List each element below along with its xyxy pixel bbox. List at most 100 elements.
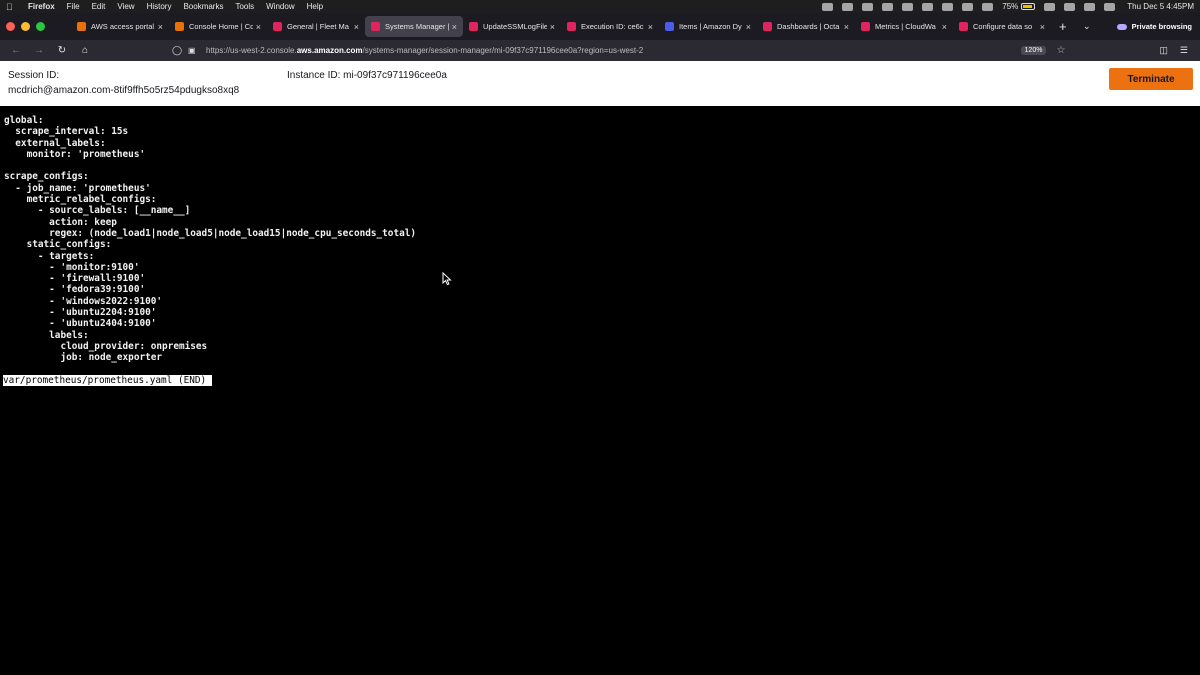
minimize-window-button[interactable] xyxy=(21,22,30,31)
tab-favicon-icon xyxy=(469,22,478,31)
pager-status-line: var/prometheus/prometheus.yaml (END) xyxy=(3,375,213,386)
browser-tab[interactable]: AWS access portal × xyxy=(71,16,169,37)
terminal-line: - source_labels: [__name__] xyxy=(4,205,191,217)
bluetooth-icon[interactable] xyxy=(982,2,994,11)
search-icon[interactable] xyxy=(1084,2,1096,11)
tab-favicon-icon xyxy=(763,22,772,31)
menu-tools[interactable]: Tools xyxy=(235,2,254,11)
terminal-line: - 'ubuntu2404:9100' xyxy=(4,318,157,330)
menu-view[interactable]: View xyxy=(117,2,134,11)
close-icon[interactable]: × xyxy=(1040,22,1045,32)
close-icon[interactable]: × xyxy=(158,22,163,32)
moon-icon[interactable] xyxy=(942,2,954,11)
instance-id: Instance ID: mi-09f37c971196cee0a xyxy=(287,70,447,81)
lock-icon[interactable]: ▣ xyxy=(188,46,198,55)
status-app-icon[interactable] xyxy=(962,2,974,11)
browser-tab-strip: AWS access portal × Console Home | Co × Gene… xyxy=(0,13,1200,40)
zoom-window-button[interactable] xyxy=(36,22,45,31)
menubar-clock[interactable]: Thu Dec 5 4:45PM xyxy=(1127,2,1194,11)
menu-history[interactable]: History xyxy=(147,2,172,11)
menu-window[interactable]: Window xyxy=(266,2,294,11)
terminal-line: cloud_provider: onpremises xyxy=(4,340,208,352)
forward-arrow-icon[interactable]: → xyxy=(31,45,47,56)
control-center-icon[interactable] xyxy=(1104,2,1116,11)
wifi-icon[interactable] xyxy=(1044,2,1056,11)
tab-title: General | Fleet Ma xyxy=(287,22,349,31)
menu-bookmarks[interactable]: Bookmarks xyxy=(183,2,223,11)
terminal-line: static_configs: xyxy=(4,239,112,251)
navigation-bar: ← → ↻ ⌂ ◯ ▣ https://us-west-2.console.aw… xyxy=(0,40,1200,61)
star-icon[interactable]: ☆ xyxy=(1056,45,1065,56)
url-domain: aws.amazon.com xyxy=(296,46,363,55)
terminal-line: job: node_exporter xyxy=(4,352,163,364)
menu-edit[interactable]: Edit xyxy=(92,2,106,11)
shield-icon[interactable]: ◯ xyxy=(172,45,182,56)
private-browsing-indicator: Private browsing xyxy=(1116,22,1192,31)
terminal-line: - 'ubuntu2204:9100' xyxy=(4,307,157,319)
browser-tab[interactable]: Console Home | Co × xyxy=(169,16,267,37)
new-tab-button[interactable]: + xyxy=(1059,19,1073,34)
browser-tab[interactable]: Configure data so × xyxy=(953,16,1051,37)
status-app-icon[interactable] xyxy=(822,2,834,11)
terminal-line: regex: (node_load1|node_load5|node_load1… xyxy=(4,227,417,239)
menu-app-name[interactable]: Firefox xyxy=(28,2,55,11)
back-arrow-icon[interactable]: ← xyxy=(8,45,24,56)
tab-title: Items | Amazon Dy xyxy=(679,22,742,31)
session-id-label: Session ID: xyxy=(8,70,60,81)
close-icon[interactable]: × xyxy=(746,22,751,32)
status-app-icon[interactable] xyxy=(882,2,894,11)
browser-tab[interactable]: General | Fleet Ma × xyxy=(267,16,365,37)
cloud-icon[interactable] xyxy=(902,2,914,11)
close-window-button[interactable] xyxy=(6,22,15,31)
status-app-icon[interactable] xyxy=(922,2,934,11)
browser-tab[interactable]: UpdateSSMLogFile × xyxy=(463,16,561,37)
terminal-output: global: scrape_interval: 15s external_la… xyxy=(4,115,416,364)
tab-title: Metrics | CloudWa xyxy=(875,22,936,31)
close-icon[interactable]: × xyxy=(844,22,849,32)
tab-title: Configure data so xyxy=(973,22,1033,31)
terminal-line: - 'windows2022:9100' xyxy=(4,295,163,307)
terminal-line: action: keep xyxy=(4,216,117,228)
close-icon[interactable]: × xyxy=(256,22,261,32)
browser-tab[interactable]: Dashboards | Octa × xyxy=(757,16,855,37)
browser-tab[interactable]: Items | Amazon Dy × xyxy=(659,16,757,37)
menu-icon[interactable]: ☰ xyxy=(1180,45,1188,56)
close-icon[interactable]: × xyxy=(942,22,947,32)
tab-favicon-icon xyxy=(273,22,282,31)
url-text[interactable]: https://us-west-2.console.aws.amazon.com… xyxy=(206,46,643,55)
tab-favicon-icon xyxy=(77,22,86,31)
extensions-icon[interactable]: ◫ xyxy=(1159,45,1168,56)
tab-favicon-icon xyxy=(959,22,968,31)
status-app-icon[interactable] xyxy=(862,2,874,11)
tab-favicon-icon xyxy=(567,22,576,31)
zoom-level-badge[interactable]: 120% xyxy=(1020,46,1047,55)
status-app-icon[interactable] xyxy=(1064,2,1076,11)
browser-tab[interactable]: Execution ID: ce6c × xyxy=(561,16,659,37)
terminal-line: external_labels: xyxy=(4,137,106,149)
close-icon[interactable]: × xyxy=(354,22,359,32)
browser-tab[interactable]: Systems Manager | × xyxy=(365,16,463,37)
terminal-area[interactable]: global: scrape_interval: 15s external_la… xyxy=(0,106,1200,675)
terminal-line: global: xyxy=(4,115,44,126)
terminal-line: monitor: 'prometheus' xyxy=(4,148,146,160)
menu-help[interactable]: Help xyxy=(307,2,323,11)
home-icon[interactable]: ⌂ xyxy=(77,45,93,56)
menu-file[interactable]: File xyxy=(67,2,80,11)
apple-icon[interactable]:  xyxy=(6,2,16,12)
reload-icon[interactable]: ↻ xyxy=(54,45,70,56)
battery-percent: 75% xyxy=(1002,2,1019,11)
status-app-icon[interactable] xyxy=(842,2,854,11)
private-mask-icon xyxy=(1116,23,1127,30)
browser-tab[interactable]: Metrics | CloudWa × xyxy=(855,16,953,37)
chevron-down-icon[interactable]: ⌄ xyxy=(1083,21,1091,32)
terminate-button[interactable]: Terminate xyxy=(1109,68,1193,90)
close-icon[interactable]: × xyxy=(550,22,555,32)
tab-favicon-icon xyxy=(371,22,380,31)
tab-title: Execution ID: ce6c xyxy=(581,22,644,31)
close-icon[interactable]: × xyxy=(648,22,653,32)
url-bar[interactable]: ◯ ▣ https://us-west-2.console.aws.amazon… xyxy=(172,43,1151,59)
battery-icon[interactable] xyxy=(1021,3,1036,10)
window-controls xyxy=(6,22,51,31)
terminal-line: - job_name: 'prometheus' xyxy=(4,182,151,194)
close-icon[interactable]: × xyxy=(452,22,457,32)
